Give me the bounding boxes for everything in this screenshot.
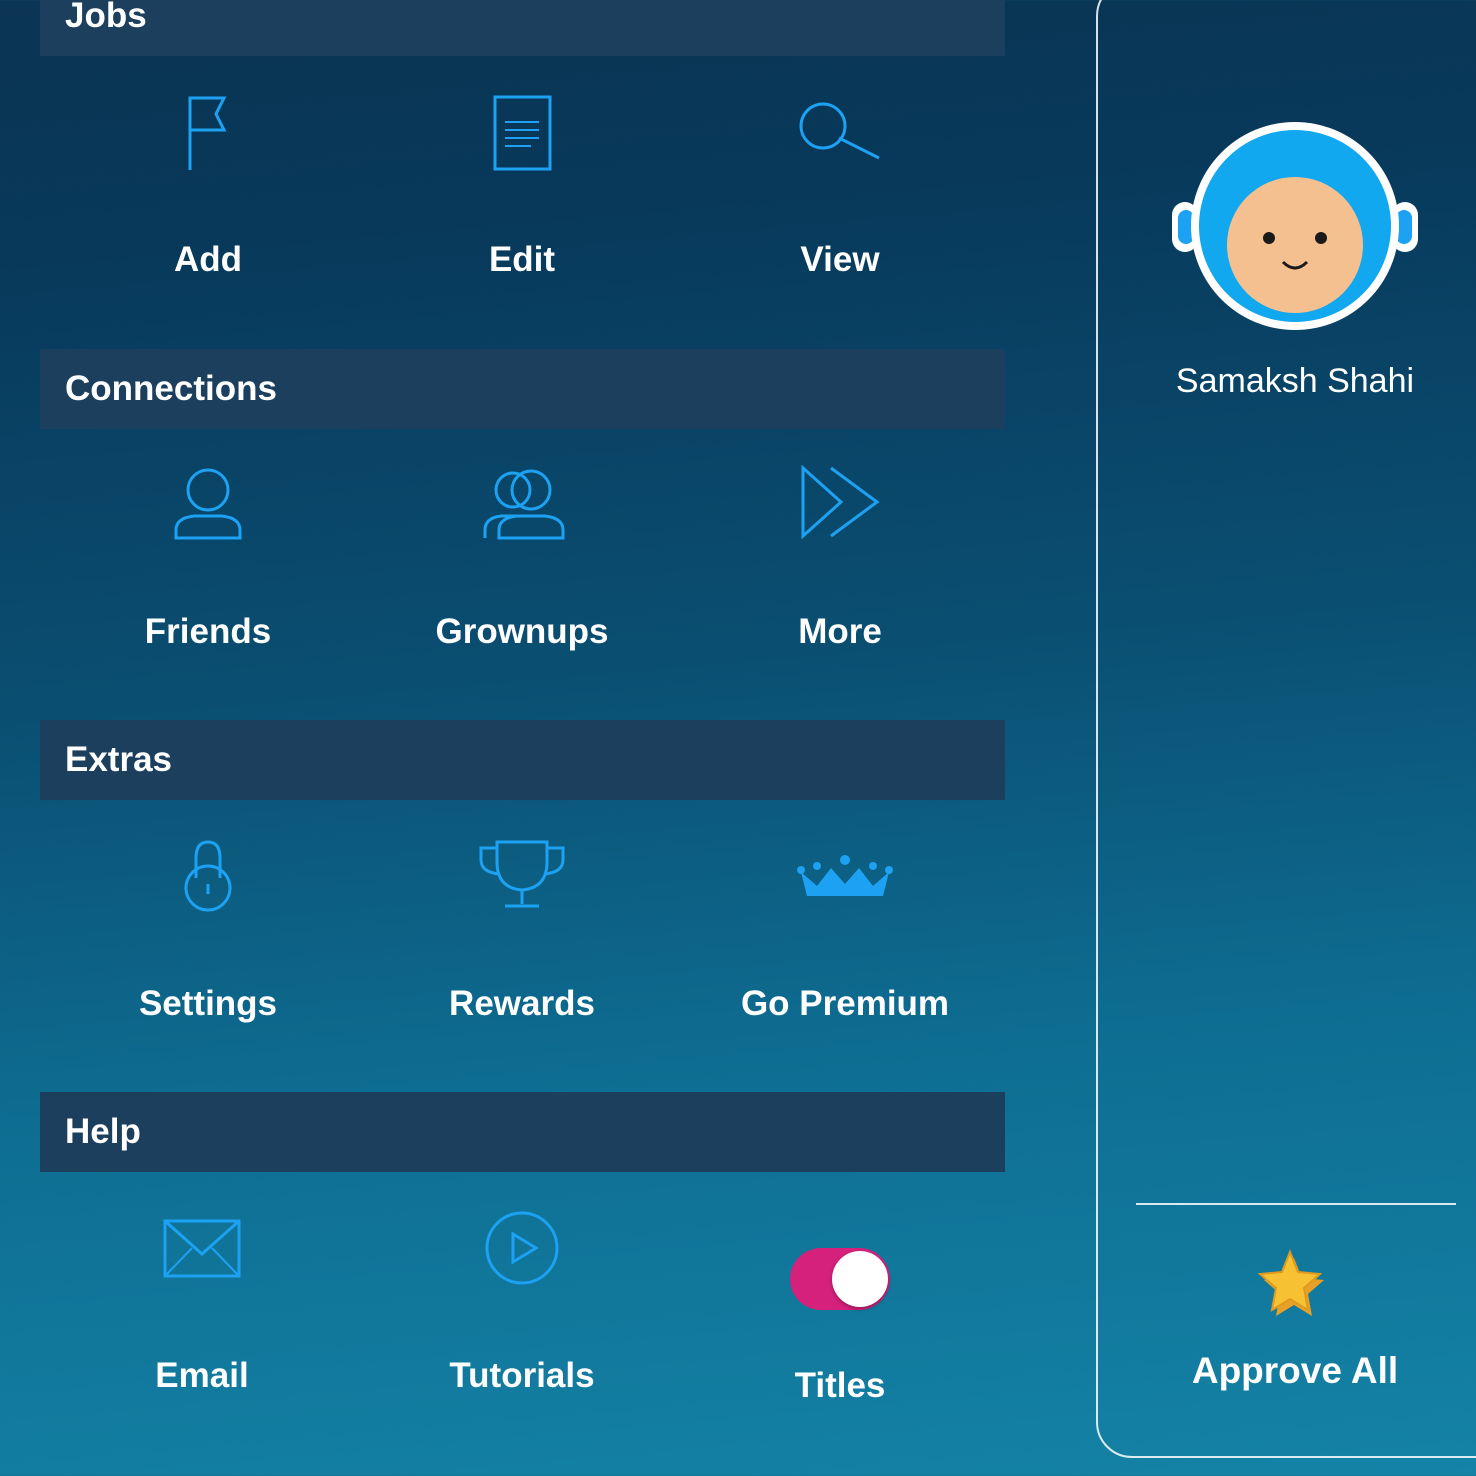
astronaut-avatar[interactable] [1170,120,1420,340]
panel-divider [1136,1203,1456,1205]
tile-label: View [800,240,880,279]
section-title: Jobs [65,0,147,35]
search-icon [799,102,880,160]
tile-settings[interactable]: Settings [58,824,358,1084]
lock-icon [184,840,232,912]
play-circle-icon [485,1211,559,1285]
fast-forward-icon [801,464,880,540]
trophy-icon [479,840,565,908]
tile-label: Email [155,1356,249,1395]
titles-toggle[interactable] [790,1248,890,1310]
user-icon [174,468,242,540]
crown-icon [797,855,893,896]
document-icon [493,95,552,171]
flag-icon [188,96,227,170]
tile-label: Titles [794,1366,886,1405]
section-title: Help [65,1112,141,1151]
tile-label: Edit [488,240,556,279]
tile-tutorials[interactable]: Tutorials [372,1196,672,1456]
tile-label: Rewards [449,984,595,1023]
section-title: Extras [65,740,173,779]
tile-label: Friends [144,612,272,651]
tile-label: More [798,612,882,651]
users-icon [483,469,565,540]
toggle-knob [832,1251,888,1307]
section-header-jobs: Jobs [40,0,1005,56]
tile-edit[interactable]: Edit [372,80,672,340]
section-header-help: Help [40,1092,1005,1172]
tile-label: Settings [138,984,278,1023]
tile-titles: Titles [690,1196,990,1456]
tile-friends[interactable]: Friends [58,452,358,712]
tile-label: Add [173,240,243,279]
tile-more[interactable]: More [690,452,990,712]
tile-label: Tutorials [449,1356,595,1395]
tile-label: Grownups [435,612,609,651]
tile-go-premium[interactable]: Go Premium [695,824,995,1084]
section-header-connections: Connections [40,349,1005,429]
approve-all-button[interactable]: Approve All [1130,1350,1460,1392]
tile-rewards[interactable]: Rewards [372,824,672,1084]
envelope-icon [163,1219,241,1278]
section-header-extras: Extras [40,720,1005,800]
profile-name: Samaksh Shahi [1175,362,1415,400]
tile-email[interactable]: Email [52,1196,352,1456]
star-stack-icon [1257,1249,1324,1316]
tile-add[interactable]: Add [58,80,358,340]
tile-view[interactable]: View [690,80,990,340]
tile-grownups[interactable]: Grownups [372,452,672,712]
tile-label: Go Premium [740,984,950,1023]
section-title: Connections [65,369,277,408]
